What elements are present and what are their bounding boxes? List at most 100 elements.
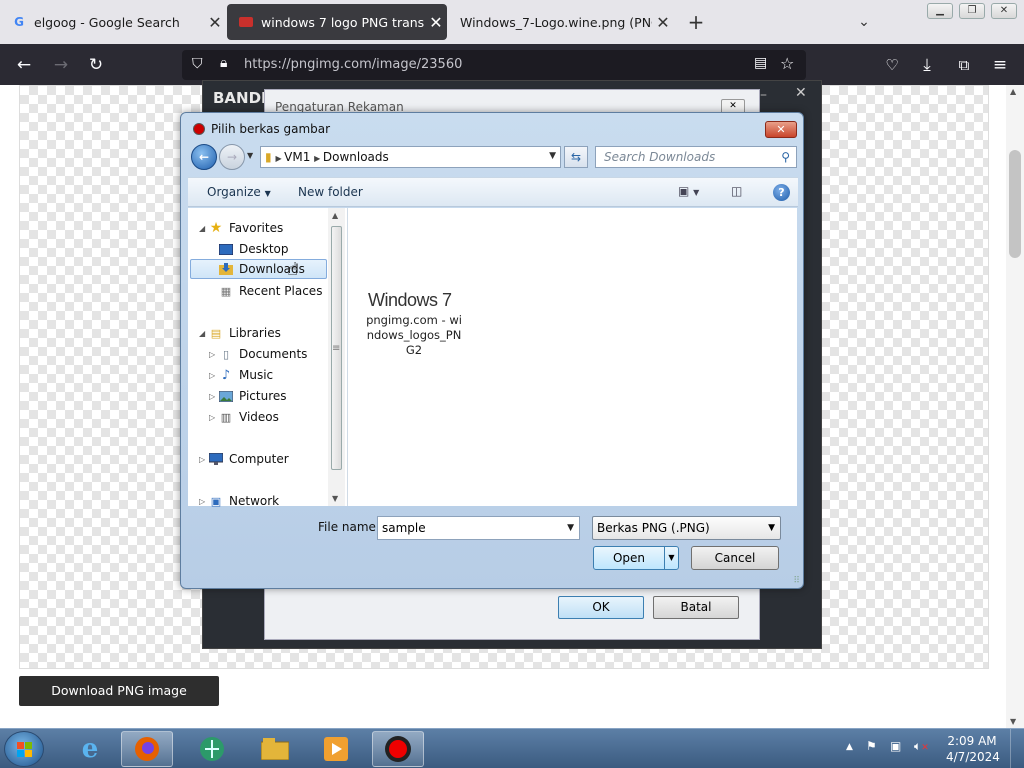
chevron-down-icon[interactable]: ▼ <box>768 523 775 533</box>
nav-item-favorites[interactable]: ★ Favorites <box>208 218 284 238</box>
minimize-icon[interactable]: – <box>760 87 767 103</box>
breadcrumb-item-vm1[interactable]: VM1 <box>284 150 310 164</box>
page-scroll-thumb[interactable] <box>1009 150 1021 258</box>
expand-triangle-icon[interactable]: ▷ <box>209 371 215 380</box>
libraries-icon: ▤ <box>210 326 222 340</box>
expand-triangle-icon[interactable]: ▷ <box>199 497 205 506</box>
address-bar[interactable]: ▮ ▶ VM1 ▶ Downloads ▼ <box>260 146 561 168</box>
lock-icon[interactable]: 🔒︎ <box>220 55 227 71</box>
shield-icon[interactable]: ⛉ <box>192 56 203 72</box>
reader-view-icon[interactable]: ▤ <box>754 55 767 71</box>
expand-triangle-icon[interactable]: ◢ <box>199 329 205 338</box>
system-clock[interactable]: 2:09 AM 4/7/2024 <box>946 733 1000 765</box>
download-png-button[interactable]: Download PNG image <box>19 676 219 706</box>
nav-item-documents[interactable]: ▯ Documents <box>218 344 307 364</box>
recent-locations-dropdown-icon[interactable]: ▼ <box>247 151 253 160</box>
file-name-input[interactable]: sample ▼ <box>377 516 580 540</box>
help-icon[interactable]: ? <box>773 184 790 201</box>
nav-item-pictures[interactable]: Pictures <box>218 386 287 406</box>
nav-item-network[interactable]: ▣ Network <box>208 491 279 511</box>
nav-item-computer[interactable]: Computer <box>208 449 289 469</box>
show-hidden-icons-chevron-icon[interactable]: ▲ <box>846 742 853 752</box>
search-input[interactable]: Search Downloads <box>604 150 715 164</box>
back-arrow-icon[interactable]: ← <box>191 144 217 170</box>
forward-arrow-icon[interactable]: → <box>219 144 245 170</box>
recent-places-icon: ▦ <box>220 284 232 298</box>
organize-button[interactable]: Organize ▼ <box>207 185 271 199</box>
preview-pane-icon[interactable]: ◫ <box>731 184 742 198</box>
open-split-dropdown-icon[interactable]: ▼ <box>664 547 678 569</box>
open-button[interactable]: Open ▼ <box>593 546 679 570</box>
resize-grip-icon[interactable]: ⠿ <box>793 576 800 586</box>
back-arrow-icon[interactable]: ← <box>11 52 37 78</box>
extensions-icon[interactable]: ⧉ <box>951 52 977 78</box>
bandicam-record-icon[interactable] <box>372 731 424 767</box>
new-tab-button[interactable]: + <box>684 8 708 36</box>
file-explorer-icon[interactable] <box>249 731 301 767</box>
network-tray-icon[interactable]: ▣ <box>890 739 901 753</box>
search-box[interactable]: Search Downloads ⚲ <box>595 146 797 168</box>
nav-item-desktop[interactable]: Desktop <box>218 239 289 259</box>
expand-triangle-icon[interactable]: ▷ <box>209 392 215 401</box>
chevron-down-icon[interactable]: ▼ <box>567 523 574 533</box>
volume-muted-icon[interactable]: 🔈︎✕ <box>914 739 929 754</box>
file-type-select[interactable]: Berkas PNG (.PNG) ▼ <box>592 516 781 540</box>
new-folder-button[interactable]: New folder <box>298 185 363 199</box>
pocket-icon[interactable]: ♡ <box>879 52 905 78</box>
close-icon[interactable]: ✕ <box>795 85 807 101</box>
organize-label: Organize <box>207 185 261 199</box>
start-button[interactable] <box>4 731 44 767</box>
file-list: Windows 7 pngimg.com - windows_logos_PNG… <box>348 208 797 506</box>
expand-triangle-icon[interactable]: ▷ <box>209 413 215 422</box>
close-window-button[interactable]: ✕ <box>991 3 1017 19</box>
scroll-up-icon[interactable]: ▲ <box>332 211 338 220</box>
show-desktop-button[interactable] <box>1010 729 1024 768</box>
scroll-down-icon[interactable]: ▼ <box>332 494 338 503</box>
bookmark-star-icon[interactable]: ☆ <box>780 54 794 73</box>
expand-triangle-icon[interactable]: ◢ <box>199 224 205 233</box>
close-tab-icon[interactable]: ✕ <box>652 13 674 32</box>
expand-triangle-icon[interactable]: ▷ <box>199 455 205 464</box>
firefox-icon[interactable] <box>121 731 173 767</box>
file-item[interactable]: Windows 7 pngimg.com - windows_logos_PNG… <box>348 208 488 368</box>
cancel-button[interactable]: Cancel <box>691 546 779 570</box>
forward-arrow-icon[interactable]: → <box>48 52 74 78</box>
internet-explorer-icon[interactable]: e <box>64 731 116 767</box>
tab-windows7-logo[interactable]: windows 7 logo PNG transparent ✕ <box>227 4 447 40</box>
url-bar[interactable]: ⛉ 🔒︎ https://pngimg.com/image/23560 ▤ ☆ <box>182 50 806 80</box>
chevron-right-icon[interactable]: ▶ <box>314 154 323 163</box>
expand-triangle-icon[interactable]: ▷ <box>209 350 215 359</box>
refresh-icon[interactable]: ⇆ <box>564 146 588 168</box>
nav-item-downloads[interactable]: Downloads <box>190 259 327 279</box>
scroll-up-icon[interactable]: ▲ <box>1010 87 1016 96</box>
breadcrumb-item-downloads[interactable]: Downloads <box>323 150 389 164</box>
media-player-icon[interactable] <box>310 731 362 767</box>
url-text: https://pngimg.com/image/23560 <box>244 57 463 72</box>
close-button[interactable]: ✕ <box>765 121 797 138</box>
action-center-flag-icon[interactable]: ⚑ <box>866 739 877 753</box>
minimize-button[interactable]: ▁ <box>927 3 953 19</box>
tab-google-search[interactable]: G elgoog - Google Search ✕ <box>0 0 226 44</box>
nav-label: Documents <box>239 347 308 361</box>
clock-date: 4/7/2024 <box>946 750 1000 764</box>
chevron-right-icon[interactable]: ▶ <box>275 154 284 163</box>
restore-button[interactable]: ❐ <box>959 3 985 19</box>
close-tab-icon[interactable]: ✕ <box>204 13 226 32</box>
search-icon: ⚲ <box>781 150 790 164</box>
scroll-down-icon[interactable]: ▼ <box>1010 717 1016 726</box>
nav-item-videos[interactable]: ▥ Videos <box>218 407 279 427</box>
nav-item-recent-places[interactable]: ▦ Recent Places <box>218 281 323 301</box>
nav-item-libraries[interactable]: ▤ Libraries <box>208 323 281 343</box>
menu-icon[interactable]: ≡ <box>987 52 1013 78</box>
change-view-icon[interactable]: ▣ ▼ <box>678 184 699 198</box>
address-dropdown-icon[interactable]: ▼ <box>549 151 556 161</box>
nav-item-music[interactable]: ♪ Music <box>218 365 273 385</box>
app-globe-icon[interactable] <box>186 731 238 767</box>
tab-windows7-png[interactable]: Windows_7-Logo.wine.png (PNG Im ✕ <box>448 0 674 44</box>
download-icon[interactable]: ⤓ <box>914 52 940 78</box>
batal-button[interactable]: Batal <box>653 596 739 619</box>
reload-icon[interactable]: ↻ <box>83 52 109 78</box>
close-tab-icon[interactable]: ✕ <box>425 13 447 32</box>
list-tabs-chevron-icon[interactable]: ⌄ <box>852 8 876 36</box>
ok-button[interactable]: OK <box>558 596 644 619</box>
